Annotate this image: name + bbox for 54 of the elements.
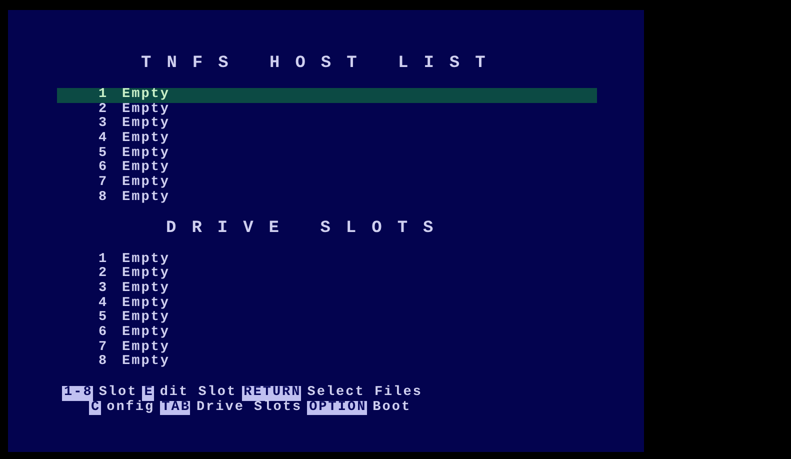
- slot-label: Empty: [122, 146, 170, 161]
- host-list-row[interactable]: 5 Empty: [57, 146, 597, 162]
- help-text: dit Slot: [160, 386, 237, 400]
- slot-number: 6: [97, 326, 108, 341]
- slot-label: Empty: [122, 252, 170, 267]
- slot-label: Empty: [122, 267, 170, 282]
- host-list-row[interactable]: 8 Empty: [57, 190, 597, 206]
- slot-number: 2: [97, 102, 108, 117]
- host-list-row[interactable]: 4 Empty: [57, 132, 597, 147]
- slot-number: 6: [97, 161, 108, 176]
- slot-number: 5: [97, 311, 108, 326]
- host-list-row[interactable]: 3 Empty: [57, 117, 597, 132]
- slot-number: 8: [97, 190, 108, 206]
- slot-label: Empty: [122, 282, 170, 297]
- help-text: Drive Slots: [196, 400, 302, 416]
- slot-label: Empty: [122, 132, 170, 147]
- slot-label: Empty: [122, 190, 170, 206]
- section-title: DRIVE SLOTS: [166, 220, 449, 238]
- host-list-row[interactable]: 7 Empty: [57, 176, 597, 191]
- slot-label: Empty: [122, 296, 170, 311]
- help-text: onfig: [106, 400, 155, 416]
- slot-label: Empty: [122, 340, 170, 355]
- host-list-row[interactable]: 6 Empty: [57, 161, 597, 176]
- key-label: OPTION: [307, 400, 367, 416]
- slot-label: Empty: [122, 311, 170, 326]
- slot-number: 4: [97, 296, 108, 311]
- slot-label: Empty: [122, 88, 170, 103]
- help-text: Slot: [98, 386, 138, 400]
- slot-label: Empty: [122, 355, 170, 370]
- host-list-row[interactable]: 1 Empty: [57, 88, 597, 103]
- section-title: TNFS HOST LIST: [141, 55, 501, 73]
- help-text: Select Files: [307, 386, 422, 401]
- slot-number: 1: [97, 252, 108, 267]
- key-label: 1-8: [62, 386, 93, 401]
- slot-number: 7: [97, 340, 108, 355]
- slot-label: Empty: [122, 102, 170, 117]
- slot-label: Empty: [122, 176, 170, 191]
- slot-label: Empty: [122, 117, 170, 132]
- host-list-row[interactable]: 2 Empty: [57, 102, 597, 118]
- slot-number: 3: [97, 117, 108, 132]
- slot-label: Empty: [122, 326, 170, 341]
- slot-number: 8: [97, 355, 108, 370]
- slot-number: 2: [97, 267, 108, 282]
- help-text: Boot: [372, 400, 412, 416]
- key-label: E: [142, 386, 154, 401]
- slot-number: 3: [97, 282, 108, 297]
- key-label: C: [89, 400, 101, 416]
- key-label: RETURN: [242, 386, 302, 401]
- slot-number: 4: [97, 132, 108, 147]
- key-label: TAB: [160, 400, 190, 416]
- slot-number: 7: [97, 176, 108, 191]
- slot-number: 5: [97, 146, 108, 161]
- slot-label: Empty: [122, 161, 170, 176]
- slot-number: 1: [97, 88, 108, 103]
